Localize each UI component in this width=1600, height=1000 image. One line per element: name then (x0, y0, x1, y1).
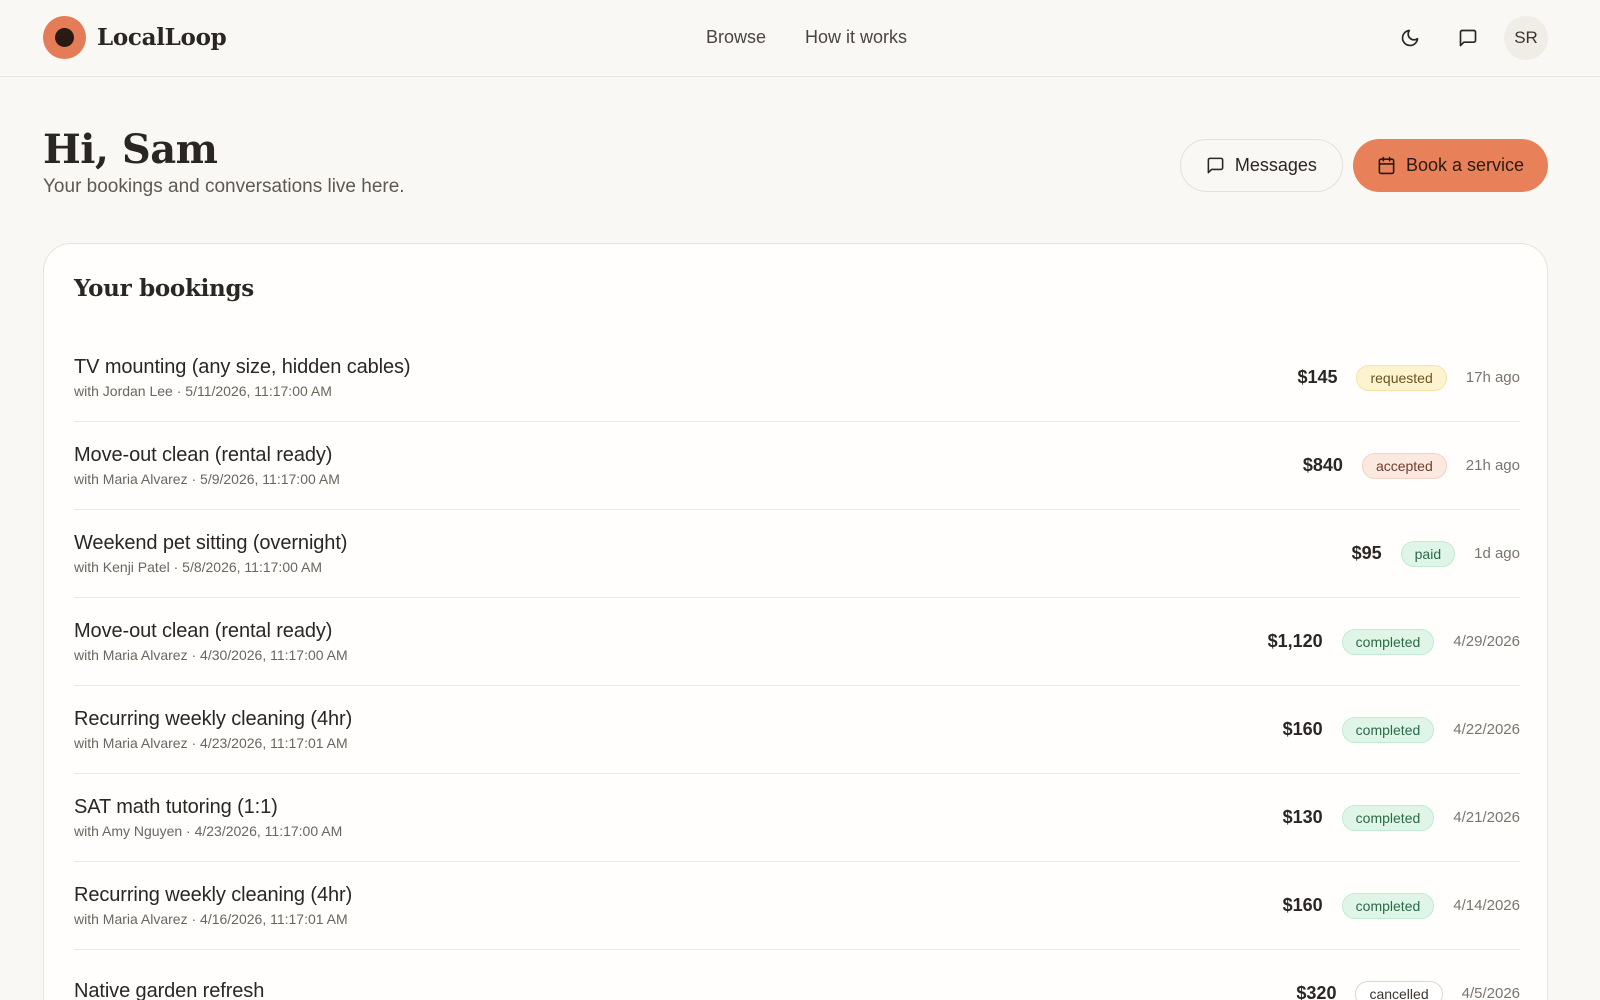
booking-title: Weekend pet sitting (overnight) (74, 532, 348, 554)
booking-row[interactable]: Recurring weekly cleaning (4hr) with Mari… (74, 862, 1520, 950)
booking-price: $160 (1282, 719, 1323, 739)
booking-row[interactable]: Native garden refresh $320 cancelled 4/5/20… (74, 950, 1520, 1000)
chat-bubble-icon (1459, 29, 1477, 47)
booking-info: Move-out clean (rental ready) with Maria … (74, 444, 340, 487)
messages-icon-button[interactable] (1446, 16, 1490, 60)
top-navbar: LocalLoop Browse How it works SR (0, 0, 1600, 77)
booking-summary: $95 paid 1d ago (1351, 540, 1520, 567)
booking-info: Recurring weekly cleaning (4hr) with Mari… (74, 884, 352, 927)
booking-price: $145 (1297, 367, 1338, 387)
booking-row[interactable]: TV mounting (any size, hidden cables) wit… (74, 334, 1520, 422)
header-actions: Messages Book a service (1179, 139, 1548, 192)
booking-meta: with Jordan Lee · 5/11/2026, 11:17:00 AM (74, 383, 332, 399)
user-avatar[interactable]: SR (1504, 16, 1548, 60)
brand-logo-link[interactable]: LocalLoop (43, 16, 227, 59)
booking-timestamp: 17h ago (1465, 369, 1520, 386)
booking-price: $840 (1302, 455, 1343, 475)
booking-row[interactable]: SAT math tutoring (1:1) with Amy Nguyen ·… (74, 774, 1520, 862)
booking-row[interactable]: Move-out clean (rental ready) with Maria … (74, 422, 1520, 510)
bookings-list: TV mounting (any size, hidden cables) wit… (74, 334, 1520, 1000)
page-subtitle: Your bookings and conversations live her… (43, 176, 405, 197)
booking-row[interactable]: Move-out clean (rental ready) with Maria … (74, 598, 1520, 686)
booking-title: Move-out clean (rental ready) (74, 620, 333, 642)
bookings-card: Your bookings TV mounting (any size, hid… (43, 243, 1548, 1000)
nav-browse-link[interactable]: Browse (706, 27, 766, 48)
status-badge: completed (1341, 892, 1435, 919)
theme-toggle-button[interactable] (1388, 16, 1432, 60)
chat-bubble-icon (1207, 157, 1224, 174)
booking-title: Native garden refresh (74, 980, 265, 1000)
calendar-icon (1378, 156, 1395, 175)
booking-price: $95 (1351, 543, 1382, 563)
status-badge: accepted (1361, 452, 1447, 479)
booking-meta: with Amy Nguyen · 4/23/2026, 11:17:00 AM (74, 823, 343, 839)
status-badge: paid (1400, 540, 1456, 567)
main-nav: Browse How it works (706, 27, 907, 48)
booking-meta: with Maria Alvarez · 4/30/2026, 11:17:00… (74, 647, 348, 663)
booking-meta: with Maria Alvarez · 4/16/2026, 11:17:01… (74, 911, 348, 927)
book-service-button-label: Book a service (1405, 155, 1524, 175)
booking-summary: $130 completed 4/21/2026 (1282, 804, 1520, 831)
status-badge: completed (1341, 804, 1435, 831)
booking-timestamp: 21h ago (1465, 457, 1520, 474)
greeting-section: Hi, Sam Your bookings and conversations … (43, 126, 405, 198)
nav-how-it-works-link[interactable]: How it works (805, 27, 907, 48)
booking-info: Native garden refresh (74, 980, 264, 1000)
booking-title: Move-out clean (rental ready) (74, 444, 333, 466)
page-title: Hi, Sam (43, 126, 218, 173)
booking-info: Move-out clean (rental ready) with Maria … (74, 620, 348, 663)
booking-title: SAT math tutoring (1:1) (74, 796, 278, 818)
messages-button[interactable]: Messages (1179, 139, 1343, 192)
booking-timestamp: 1d ago (1474, 545, 1520, 562)
booking-summary: $145 requested 17h ago (1297, 364, 1520, 391)
status-badge: completed (1341, 716, 1435, 743)
booking-summary: $840 accepted 21h ago (1302, 452, 1520, 479)
status-badge: completed (1341, 628, 1435, 655)
messages-button-label: Messages (1234, 155, 1317, 175)
booking-info: Weekend pet sitting (overnight) with Kenj… (74, 532, 347, 575)
booking-summary: $160 completed 4/14/2026 (1282, 892, 1520, 919)
booking-timestamp: 4/22/2026 (1453, 721, 1520, 738)
booking-summary: $1,120 completed 4/29/2026 (1267, 628, 1520, 655)
booking-price: $130 (1282, 807, 1323, 827)
booking-summary: $160 completed 4/22/2026 (1282, 716, 1520, 743)
brand-logo-icon (43, 16, 86, 59)
booking-meta: with Maria Alvarez · 4/23/2026, 11:17:01… (74, 735, 348, 751)
booking-price: $1,120 (1267, 631, 1323, 651)
booking-title: TV mounting (any size, hidden cables) (74, 356, 411, 378)
booking-info: Recurring weekly cleaning (4hr) with Mari… (74, 708, 352, 751)
moon-icon (1401, 29, 1419, 47)
status-badge: requested (1356, 364, 1447, 391)
booking-timestamp: 4/14/2026 (1453, 897, 1520, 914)
booking-info: SAT math tutoring (1:1) with Amy Nguyen ·… (74, 796, 342, 839)
booking-title: Recurring weekly cleaning (4hr) (74, 708, 353, 730)
booking-row[interactable]: Weekend pet sitting (overnight) with Kenj… (74, 510, 1520, 598)
status-badge: cancelled (1355, 980, 1443, 1000)
bookings-title: Your bookings (74, 275, 254, 302)
booking-info: TV mounting (any size, hidden cables) wit… (74, 356, 411, 399)
top-actions: SR (1374, 16, 1548, 60)
booking-meta: with Kenji Patel · 5/8/2026, 11:17:00 AM (74, 559, 323, 575)
booking-row[interactable]: Recurring weekly cleaning (4hr) with Mari… (74, 686, 1520, 774)
booking-price: $160 (1282, 895, 1323, 915)
booking-timestamp: 4/5/2026 (1461, 985, 1520, 1000)
booking-price: $320 (1296, 983, 1337, 1000)
book-service-button[interactable]: Book a service (1352, 139, 1548, 192)
booking-summary: $320 cancelled 4/5/2026 (1296, 980, 1520, 1000)
booking-timestamp: 4/29/2026 (1453, 633, 1520, 650)
brand-name: LocalLoop (97, 24, 227, 51)
booking-meta: with Maria Alvarez · 5/9/2026, 11:17:00 … (74, 471, 340, 487)
booking-title: Recurring weekly cleaning (4hr) (74, 884, 353, 906)
booking-timestamp: 4/21/2026 (1453, 809, 1520, 826)
